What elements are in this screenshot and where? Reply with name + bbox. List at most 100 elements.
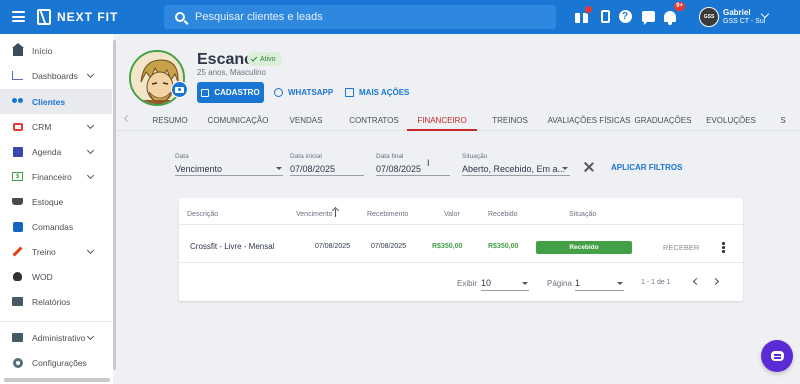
- edit-icon: [201, 88, 210, 97]
- search-bar[interactable]: [164, 5, 556, 29]
- bell-icon[interactable]: 9+: [663, 2, 685, 25]
- tabs-scroll-left-icon[interactable]: [123, 114, 132, 123]
- sidebar-item-relatorios[interactable]: Relatórios: [0, 289, 112, 314]
- sidebar-item-clientes[interactable]: Clientes: [0, 89, 112, 114]
- sidebar-item-label: Treino: [32, 246, 56, 257]
- cadastro-button[interactable]: CADASTRO: [197, 82, 264, 103]
- sidebar-item-label: WOD: [32, 271, 53, 282]
- tab-treinos[interactable]: TREINOS: [486, 109, 534, 131]
- user-name[interactable]: Gabriel: [723, 8, 751, 17]
- sidebar-item-label: Configurações: [32, 357, 87, 368]
- menu-icon[interactable]: [12, 11, 25, 22]
- help-icon[interactable]: ?: [618, 9, 632, 23]
- filter-data-inicial-label: Data inicial: [290, 153, 322, 160]
- column-header-descricao: Descrição: [187, 211, 219, 218]
- sidebar-item-label: Administrativo: [32, 332, 86, 343]
- tab-contratos[interactable]: CONTRATOS: [346, 109, 402, 131]
- caret-down-icon: [276, 167, 282, 170]
- tab-evolucoes[interactable]: EVOLUÇÕES: [704, 109, 758, 131]
- cart-icon: [12, 196, 23, 207]
- column-header-vencimento[interactable]: Vencimento: [296, 211, 333, 218]
- sidebar-horizontal-scrollbar[interactable]: [4, 378, 110, 382]
- chevron-down-icon: [86, 121, 95, 130]
- pagination-range: 1 - 1 de 1: [641, 279, 671, 286]
- filter-data-underline: [175, 175, 283, 176]
- gear-icon: [12, 357, 23, 368]
- receber-button[interactable]: RECEBER: [663, 243, 699, 252]
- pagina-underline: [575, 290, 624, 291]
- tab-financeiro[interactable]: FINANCEIRO: [407, 109, 477, 131]
- sidebar-item-label: Financeiro: [32, 171, 72, 182]
- sidebar-item-label: Início: [32, 45, 53, 56]
- sidebar-item-inicio[interactable]: Início: [0, 38, 112, 63]
- tab-vendas[interactable]: VENDAS: [284, 109, 328, 131]
- sidebar-item-wod[interactable]: WOD: [0, 264, 112, 289]
- home-icon: [11, 43, 24, 56]
- chat-icon[interactable]: [641, 9, 655, 25]
- sidebar-item-administrativo[interactable]: Administrativo: [0, 325, 112, 350]
- sidebar-item-estoque[interactable]: Estoque: [0, 189, 112, 214]
- column-header-recebimento: Recebimento: [367, 211, 409, 218]
- tab-comunicacao[interactable]: COMUNICAÇÃO: [206, 109, 270, 131]
- admin-icon: [12, 332, 23, 343]
- pagina-select[interactable]: 1: [575, 278, 580, 288]
- phone-icon[interactable]: [598, 9, 612, 23]
- filter-situacao-select[interactable]: Aberto, Recebido, Em a...: [462, 164, 565, 174]
- cell-recebimento: 07/08/2025: [371, 243, 407, 250]
- apply-filters-button[interactable]: APLICAR FILTROS: [611, 163, 682, 172]
- sidebar-item-label: Agenda: [32, 146, 62, 157]
- more-vert-icon[interactable]: [722, 242, 725, 253]
- notification-count: 9+: [674, 2, 685, 11]
- filter-data-final-input[interactable]: 07/08/2025: [376, 164, 421, 174]
- tab-truncated[interactable]: S: [778, 109, 788, 131]
- sidebar-item-label: Estoque: [32, 196, 64, 207]
- logo-mark-icon: [37, 9, 51, 25]
- brand-logo[interactable]: NEXT FIT: [37, 9, 118, 25]
- check-icon: [250, 54, 258, 62]
- column-header-situacao: Situação: [569, 211, 597, 218]
- user-avatar[interactable]: GSS: [699, 7, 719, 27]
- sidebar-item-comandas[interactable]: Comandas: [0, 214, 112, 239]
- whatsapp-button[interactable]: WHATSAPP: [274, 82, 333, 103]
- exibir-select[interactable]: 10: [481, 278, 491, 288]
- support-chat-button[interactable]: [761, 340, 793, 372]
- filter-data-final-underline: [376, 175, 450, 176]
- more-actions-button[interactable]: MAIS AÇÕES: [345, 82, 409, 103]
- sidebar-item-financeiro[interactable]: $ Financeiro: [0, 164, 112, 189]
- sidebar-scrollbar[interactable]: [113, 40, 116, 370]
- chevron-down-icon: [86, 246, 95, 255]
- filter-data-inicial-input[interactable]: 07/08/2025: [290, 164, 335, 174]
- close-icon[interactable]: [584, 162, 594, 172]
- exibir-underline: [481, 290, 529, 291]
- chevron-down-icon[interactable]: [760, 9, 770, 19]
- sidebar-item-crm[interactable]: CRM: [0, 114, 112, 139]
- cadastro-label: CADASTRO: [214, 88, 260, 97]
- tab-resumo[interactable]: RESUMO: [146, 109, 194, 131]
- tab-graduacoes[interactable]: GRADUAÇÕES: [635, 109, 692, 131]
- list-icon: [345, 88, 354, 97]
- cell-valor: R$350,00: [432, 243, 463, 250]
- filter-data-select[interactable]: Vencimento: [175, 164, 222, 174]
- kettlebell-icon: [12, 271, 23, 282]
- table-row-divider: [179, 262, 743, 263]
- sidebar-item-dashboards[interactable]: Dashboards: [0, 63, 112, 88]
- profile-subtitle: 25 anos, Masculino: [197, 68, 266, 77]
- search-input[interactable]: [195, 11, 535, 23]
- user-unit[interactable]: GSS CT - Sul: [723, 18, 765, 25]
- sidebar-item-treino[interactable]: Treino: [0, 239, 112, 264]
- sidebar-item-agenda[interactable]: Agenda: [0, 139, 112, 164]
- filter-data-inicial-underline: [290, 175, 364, 176]
- sidebar-item-label: Dashboards: [32, 70, 78, 81]
- filter-data-label: Data: [175, 153, 189, 160]
- people-icon: [12, 96, 23, 107]
- table-header-divider: [179, 224, 743, 225]
- chevron-down-icon: [86, 70, 95, 79]
- tab-avaliacoes-fisicas[interactable]: AVALIAÇÕES FÍSICAS: [546, 109, 632, 131]
- gift-icon[interactable]: [574, 5, 593, 23]
- sidebar-item-configuracoes[interactable]: Configurações: [0, 350, 112, 375]
- camera-icon[interactable]: [171, 81, 188, 98]
- sort-arrow-up-icon[interactable]: [335, 209, 337, 217]
- brand-name: NEXT FIT: [57, 10, 119, 24]
- column-header-valor: Valor: [444, 211, 460, 218]
- caret-down-icon: [617, 282, 623, 285]
